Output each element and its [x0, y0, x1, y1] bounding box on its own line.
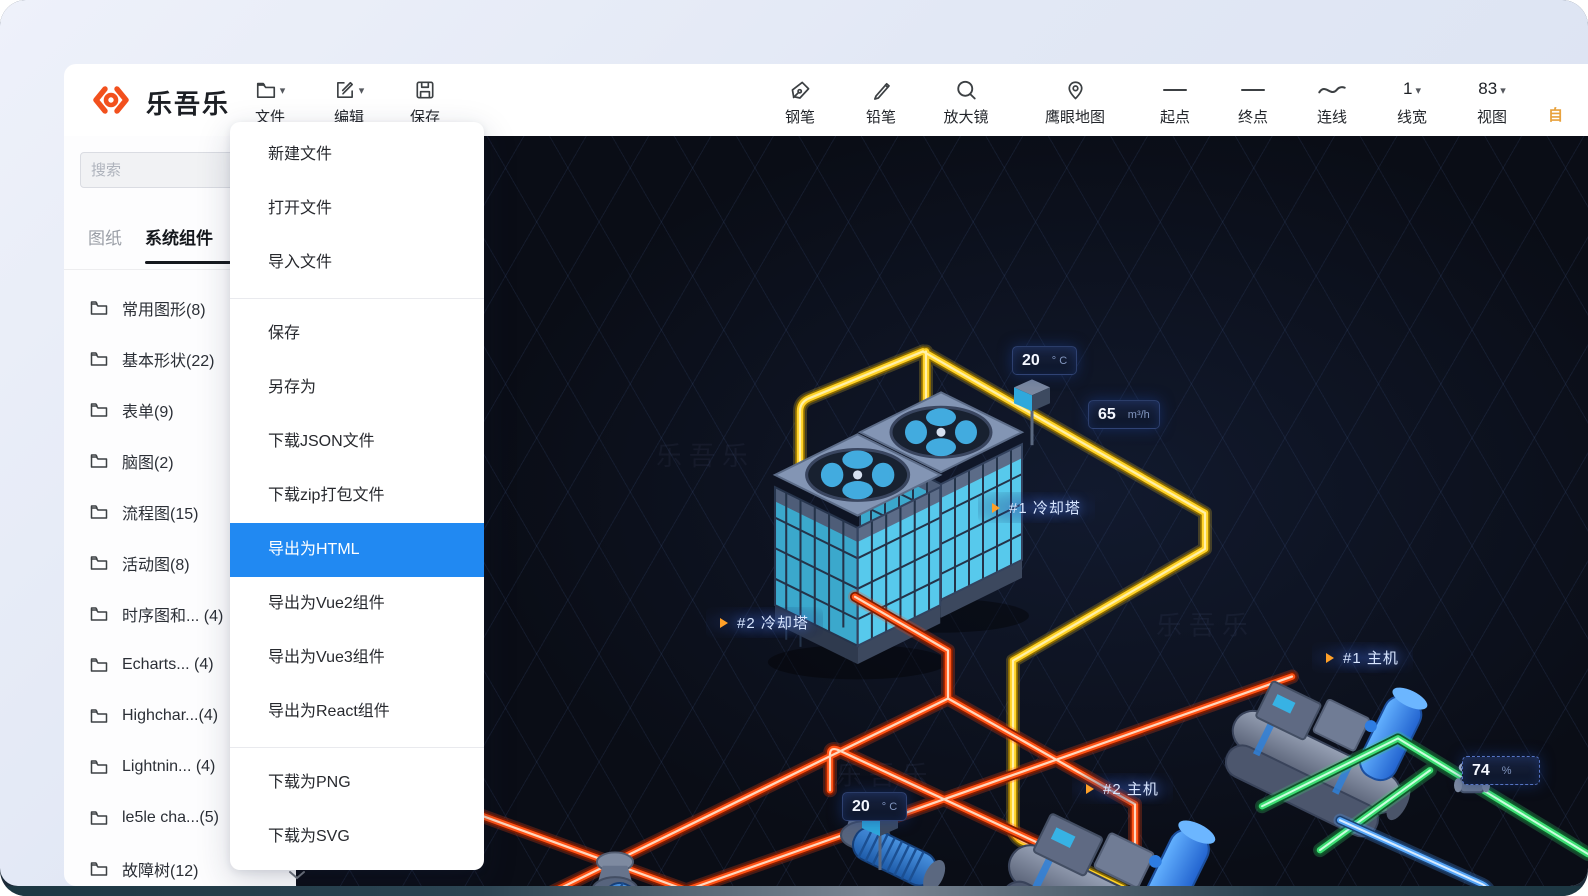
auto-save-label[interactable]: 自 [1548, 104, 1563, 125]
menu-item-export-html[interactable]: 导出为HTML [230, 523, 484, 577]
menu-item-export-react[interactable]: 导出为React组件 [230, 685, 484, 739]
triangle-icon [1326, 653, 1334, 663]
tab-system-components[interactable]: 系统组件 [145, 224, 213, 249]
map-pin-icon [1064, 79, 1087, 102]
save-icon [414, 79, 436, 101]
flow-badge[interactable]: 65 m³/h [1088, 400, 1160, 429]
tab-drawings[interactable]: 图纸 [88, 224, 122, 249]
folder-icon [90, 759, 108, 775]
menu-item-download-png[interactable]: 下载为PNG [230, 756, 484, 810]
menu-item-save-as[interactable]: 另存为 [230, 361, 484, 415]
triangle-icon [1086, 784, 1094, 794]
active-tab-underline [145, 261, 231, 264]
watermark: 乐吾乐 [656, 441, 755, 471]
menu-item-open-file[interactable]: 打开文件 [230, 182, 484, 236]
menu-divider [230, 298, 484, 299]
brand-name: 乐吾乐 [146, 84, 230, 121]
file-menu: 新建文件 打开文件 导入文件 保存 另存为 下载JSON文件 下载zip打包文件… [230, 122, 484, 870]
menu-item-import-file[interactable]: 导入文件 [230, 236, 484, 290]
canvas[interactable]: 乐吾乐 乐吾乐 乐吾乐 [296, 136, 1588, 886]
tool-line-width[interactable]: 1 线宽 [1370, 76, 1454, 127]
folder-icon [90, 708, 108, 724]
pen-nib-icon [789, 79, 812, 102]
watermark: 乐吾乐 [1156, 611, 1255, 641]
menu-item-download-zip[interactable]: 下载zip打包文件 [230, 469, 484, 523]
isometric-scene: 乐吾乐 乐吾乐 乐吾乐 [296, 136, 1588, 886]
tool-line-end[interactable]: 终点 [1211, 76, 1295, 127]
tool-connector[interactable]: 连线 [1290, 76, 1374, 127]
folder-icon [90, 606, 108, 622]
label-chiller-1[interactable]: #1 主机 [1312, 642, 1413, 673]
caret-down-icon [356, 81, 365, 99]
menu-item-export-vue2[interactable]: 导出为Vue2组件 [230, 577, 484, 631]
folder-icon [90, 810, 108, 826]
folder-icon [255, 79, 277, 101]
tool-pen-label: 钢笔 [758, 106, 842, 127]
menu-item-download-svg[interactable]: 下载为SVG [230, 810, 484, 864]
tool-pen[interactable]: 钢笔 [758, 76, 842, 127]
menubar-file[interactable]: 文件 [240, 76, 300, 127]
tool-connector-label: 连线 [1290, 106, 1374, 127]
tool-line-width-label: 线宽 [1370, 106, 1454, 127]
edit-icon [334, 79, 356, 101]
tool-minimap-label: 鹰眼地图 [1033, 106, 1117, 127]
triangle-icon [720, 618, 728, 628]
bottom-strip [0, 886, 1588, 896]
caret-down-icon [277, 81, 286, 99]
menu-divider [230, 747, 484, 748]
folder-icon [90, 453, 108, 469]
tool-minimap[interactable]: 鹰眼地图 [1033, 76, 1117, 127]
line-end-icon [1241, 89, 1265, 91]
le5le-logo-icon [90, 80, 132, 125]
page: 乐吾乐 文件 编辑 保存 钢笔 [0, 0, 1588, 896]
folder-icon [90, 300, 108, 316]
folder-icon [90, 504, 108, 520]
tool-view[interactable]: 83 视图 [1450, 76, 1534, 127]
page-inner: 乐吾乐 文件 编辑 保存 钢笔 [0, 0, 1588, 886]
label-chiller-2[interactable]: #2 主机 [1072, 773, 1173, 804]
folder-icon [90, 657, 108, 673]
curve-icon [1317, 80, 1347, 100]
menu-item-export-vue3[interactable]: 导出为Vue3组件 [230, 631, 484, 685]
percent-badge[interactable]: 74 % [1462, 756, 1540, 785]
folder-icon [90, 402, 108, 418]
chevron-down-icon[interactable] [286, 868, 308, 886]
magnifier-icon [954, 78, 979, 103]
tool-line-start[interactable]: 起点 [1133, 76, 1217, 127]
tool-line-end-label: 终点 [1211, 106, 1295, 127]
tool-view-label: 视图 [1450, 106, 1534, 127]
folder-icon [90, 555, 108, 571]
tool-pencil[interactable]: 铅笔 [839, 76, 923, 127]
tool-line-start-label: 起点 [1133, 106, 1217, 127]
caret-down-icon [1412, 79, 1421, 98]
label-cooling-tower-1[interactable]: #1 冷却塔 [978, 492, 1095, 523]
temperature-badge-top[interactable]: 20 ° C [1012, 346, 1077, 375]
menu-item-new-file[interactable]: 新建文件 [230, 128, 484, 182]
tool-pencil-label: 铅笔 [839, 106, 923, 127]
blue-pipes [1340, 820, 1490, 886]
menubar-edit[interactable]: 编辑 [319, 76, 379, 127]
tool-magnifier-label: 放大镜 [924, 106, 1008, 127]
temperature-badge-bottom[interactable]: 20 ° C [842, 792, 907, 821]
label-cooling-tower-2[interactable]: #2 冷却塔 [706, 607, 823, 638]
brand[interactable]: 乐吾乐 [90, 80, 230, 125]
folder-icon [90, 861, 108, 877]
menu-item-download-json[interactable]: 下载JSON文件 [230, 415, 484, 469]
tool-magnifier[interactable]: 放大镜 [924, 76, 1008, 127]
menubar-save[interactable]: 保存 [395, 76, 455, 127]
caret-down-icon [1497, 79, 1506, 98]
pencil-icon [870, 79, 893, 102]
folder-icon [90, 351, 108, 367]
menu-item-save[interactable]: 保存 [230, 307, 484, 361]
line-start-icon [1163, 89, 1187, 91]
triangle-icon [992, 503, 1000, 513]
